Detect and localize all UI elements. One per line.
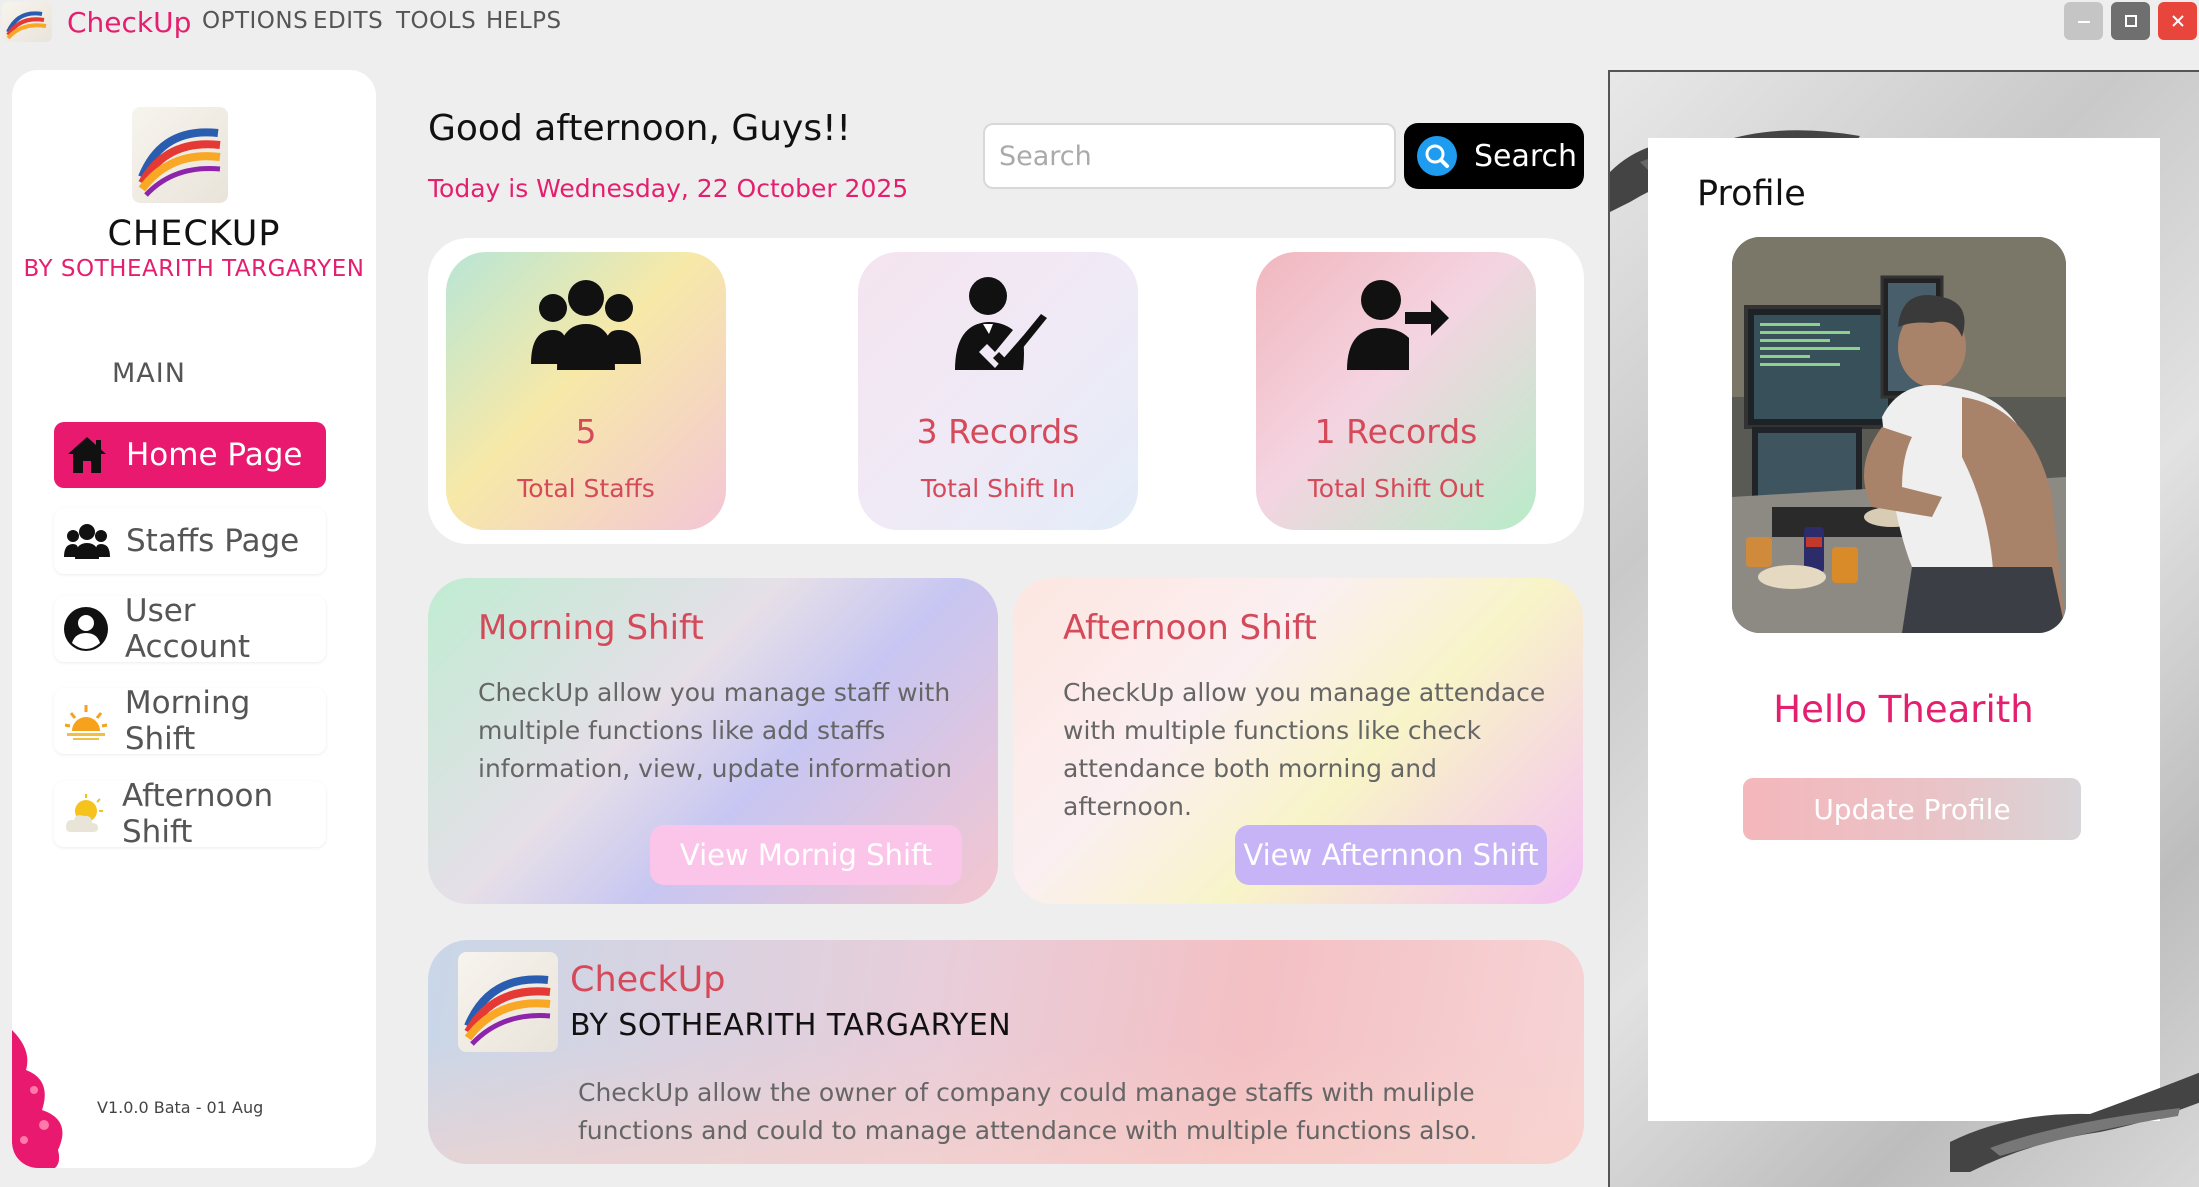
afternoon-shift-title: Afternoon Shift xyxy=(1063,608,1317,648)
about-description: CheckUp allow the owner of company could… xyxy=(578,1078,1478,1145)
about-card: CheckUp BY SOTHEARITH TARGARYEN CheckUp … xyxy=(428,940,1584,1164)
stat-value: 5 xyxy=(575,412,597,451)
stat-label: Total Staffs xyxy=(517,474,655,503)
brush-stroke-decoration xyxy=(1950,1072,2199,1172)
stat-label: Total Shift Out xyxy=(1307,474,1485,503)
app-logo xyxy=(2,2,52,42)
home-icon xyxy=(62,430,112,480)
nav-item-label: Morning Shift xyxy=(124,685,251,757)
decorative-flower xyxy=(12,1030,63,1168)
app-title: CheckUp xyxy=(67,6,192,39)
minimize-icon xyxy=(2077,21,2090,23)
nav-item-home[interactable]: Home Page xyxy=(54,422,326,488)
search-icon xyxy=(1417,136,1457,176)
version-label: V1.0.0 Bata - 01 Aug xyxy=(97,1098,264,1117)
sunrise-icon xyxy=(62,696,111,746)
brand-name: CHECKUP xyxy=(107,214,281,254)
sun-cloud-icon xyxy=(62,789,108,839)
stat-value: 3 Records xyxy=(916,412,1080,451)
maximize-icon xyxy=(2124,15,2137,27)
greeting-heading: Good afternoon, Guys!! xyxy=(428,108,851,149)
brand-logo xyxy=(132,107,228,203)
nav-item-label: Home Page xyxy=(126,437,303,473)
sidebar: CHECKUP BY SOTHEARITH TARGARYEN MAIN Hom… xyxy=(12,70,376,1168)
brand-author: BY SOTHEARITH TARGARYEN xyxy=(23,256,365,282)
today-date: Today is Wednesday, 22 October 2025 xyxy=(428,174,909,203)
close-button[interactable] xyxy=(2158,2,2197,40)
nav-item-label: Afternoon Shift xyxy=(122,778,274,850)
profile-title: Profile xyxy=(1697,174,1806,214)
update-profile-button[interactable]: Update Profile xyxy=(1743,778,2081,840)
stats-panel: 5 Total Staffs 3 Records Total Shift In … xyxy=(428,238,1584,544)
view-afternoon-shift-button[interactable]: View Afternnon Shift xyxy=(1235,825,1547,885)
nav-item-label: Staffs Page xyxy=(126,523,300,559)
about-logo xyxy=(458,952,558,1052)
nav-item-staffs[interactable]: Staffs Page xyxy=(54,508,326,574)
profile-photo xyxy=(1732,237,2066,633)
users-icon xyxy=(62,516,112,566)
profile-greeting: Hello Thearith xyxy=(1773,688,2034,731)
nav-item-afternoon-shift[interactable]: Afternoon Shift xyxy=(54,778,326,850)
nav-item-label: User Account xyxy=(124,593,251,665)
stat-card-total-shift-in: 3 Records Total Shift In xyxy=(858,252,1138,530)
close-icon xyxy=(2171,15,2184,27)
title-bar: CheckUp OPTIONS EDITS TOOLS HELPS xyxy=(0,0,2199,44)
user-circle-icon xyxy=(62,604,111,654)
users-icon xyxy=(446,274,726,374)
menu-helps[interactable]: HELPS xyxy=(486,8,562,34)
about-author: BY SOTHEARITH TARGARYEN xyxy=(570,1008,1012,1043)
search-button-label: Search xyxy=(1474,138,1578,174)
search-input[interactable] xyxy=(983,123,1396,189)
stat-card-total-shift-out: 1 Records Total Shift Out xyxy=(1256,252,1536,530)
about-title: CheckUp xyxy=(570,960,726,1000)
section-label-main: MAIN xyxy=(112,358,186,389)
stat-card-total-staffs: 5 Total Staffs xyxy=(446,252,726,530)
maximize-button[interactable] xyxy=(2111,2,2150,40)
view-morning-shift-button[interactable]: View Mornig Shift xyxy=(650,825,962,885)
afternoon-shift-description: CheckUp allow you manage attendace with … xyxy=(1063,678,1546,821)
stat-label: Total Shift In xyxy=(920,474,1076,503)
search-button[interactable]: Search xyxy=(1404,123,1584,189)
menu-options[interactable]: OPTIONS xyxy=(202,8,308,34)
afternoon-shift-card: Afternoon Shift CheckUp allow you manage… xyxy=(1013,578,1583,904)
stat-value: 1 Records xyxy=(1314,412,1478,451)
morning-shift-card: Morning Shift CheckUp allow you manage s… xyxy=(428,578,998,904)
nav-item-user-account[interactable]: User Account xyxy=(54,593,326,665)
user-check-icon xyxy=(858,274,1138,374)
menu-tools[interactable]: TOOLS xyxy=(396,8,476,34)
user-exit-icon xyxy=(1256,274,1536,374)
morning-shift-title: Morning Shift xyxy=(478,608,704,648)
morning-shift-description: CheckUp allow you manage staff with mult… xyxy=(478,678,952,783)
minimize-button[interactable] xyxy=(2064,2,2103,40)
menu-edits[interactable]: EDITS xyxy=(313,8,383,34)
nav-item-morning-shift[interactable]: Morning Shift xyxy=(54,685,326,757)
